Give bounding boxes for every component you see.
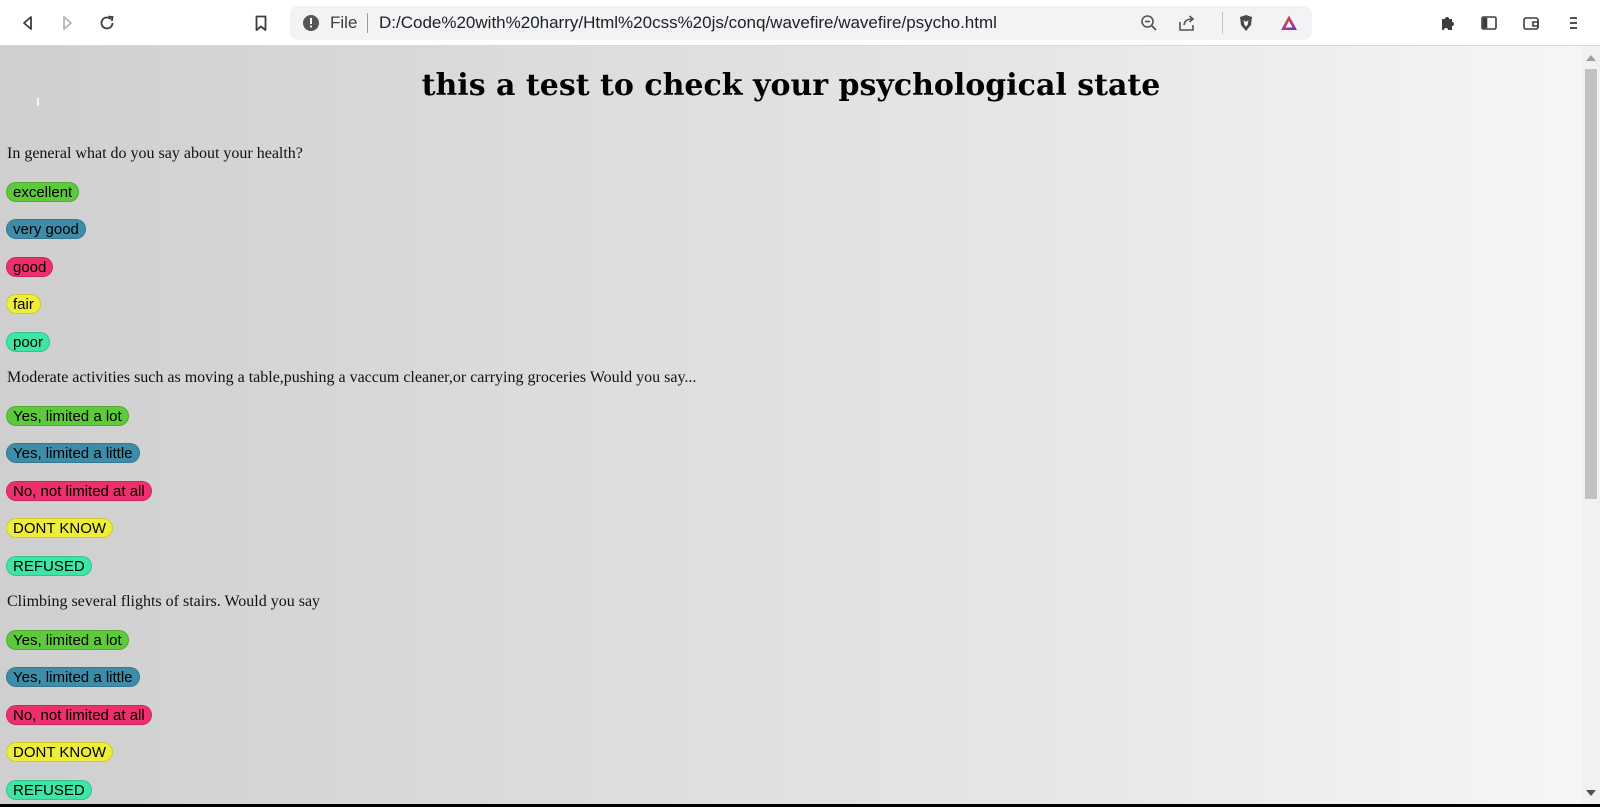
info-icon[interactable] [302, 14, 320, 32]
forward-button[interactable] [52, 8, 82, 38]
page-viewport: this a test to check your psychological … [0, 46, 1582, 804]
extensions-button[interactable] [1433, 8, 1463, 38]
option-limited-a-lot[interactable]: Yes, limited a lot [6, 630, 129, 650]
option-not-limited[interactable]: No, not limited at all [6, 705, 152, 725]
bookmark-icon [255, 15, 267, 31]
sidebar-button[interactable] [1474, 8, 1504, 38]
wallet-icon [1523, 17, 1539, 30]
text-cursor-mark [37, 98, 39, 106]
forward-icon [63, 16, 72, 30]
url-scheme-label: File [330, 13, 358, 32]
option-very-good[interactable]: very good [6, 219, 86, 239]
menu-button[interactable] [1558, 8, 1588, 38]
question-moderate-activities: Moderate activities such as moving a tab… [7, 369, 697, 386]
option-dont-know[interactable]: DONT KNOW [6, 742, 114, 762]
vertical-scrollbar[interactable] [1582, 46, 1600, 804]
back-button[interactable] [13, 8, 43, 38]
scrollbar-thumb[interactable] [1585, 69, 1597, 499]
option-fair[interactable]: fair [6, 294, 41, 314]
option-limited-a-little[interactable]: Yes, limited a little [6, 667, 140, 687]
brave-rewards-icon [1281, 15, 1297, 30]
address-bar[interactable]: File D:/Code%20with%20harry/Html%20css%2… [290, 6, 1312, 40]
option-good[interactable]: good [6, 257, 54, 277]
option-not-limited[interactable]: No, not limited at all [6, 481, 152, 501]
brave-shields-button[interactable] [1231, 8, 1261, 38]
option-limited-a-lot[interactable]: Yes, limited a lot [6, 406, 129, 426]
option-refused[interactable]: REFUSED [6, 780, 92, 800]
bookmark-button[interactable] [246, 8, 276, 38]
page-title: this a test to check your psychological … [421, 68, 1161, 103]
brave-shield-icon [1240, 15, 1252, 31]
wallet-button[interactable] [1516, 8, 1546, 38]
option-excellent[interactable]: excellent [6, 182, 80, 202]
brave-rewards-button[interactable] [1274, 8, 1304, 38]
scroll-up-arrow-icon[interactable] [1586, 55, 1596, 61]
question-health: In general what do you say about your he… [7, 145, 303, 162]
share-icon[interactable] [1178, 14, 1196, 32]
reload-icon [100, 15, 114, 30]
toolbar-separator [1222, 12, 1223, 34]
reload-button[interactable] [92, 8, 122, 38]
extensions-icon [1442, 17, 1454, 30]
browser-toolbar: File D:/Code%20with%20harry/Html%20css%2… [0, 0, 1600, 46]
option-limited-a-little[interactable]: Yes, limited a little [6, 443, 140, 463]
question-climbing-stairs: Climbing several flights of stairs. Woul… [7, 593, 321, 610]
option-dont-know[interactable]: DONT KNOW [6, 518, 114, 538]
url-separator [367, 13, 368, 33]
sidebar-icon [1481, 16, 1497, 30]
url-text[interactable]: D:/Code%20with%20harry/Html%20css%20js/c… [379, 13, 997, 33]
option-poor[interactable]: poor [6, 332, 51, 352]
scroll-down-arrow-icon[interactable] [1586, 790, 1596, 796]
option-refused[interactable]: REFUSED [6, 556, 92, 576]
menu-icon [1570, 17, 1577, 29]
back-icon [23, 16, 32, 30]
zoom-out-icon[interactable] [1140, 14, 1158, 32]
